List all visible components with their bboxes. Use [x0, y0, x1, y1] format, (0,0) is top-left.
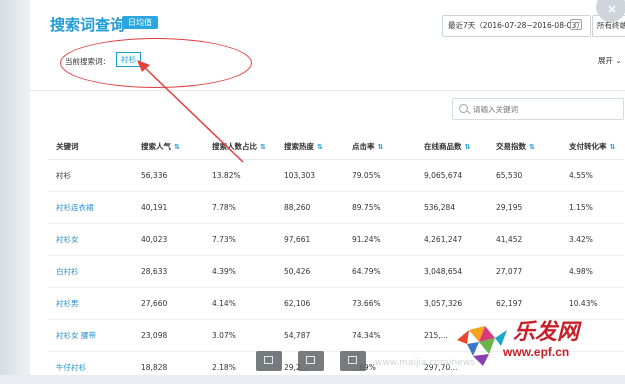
table-cell: 18,828 [133, 351, 204, 384]
fullscreen-button[interactable] [298, 351, 324, 371]
sort-icon[interactable]: ⇅ [529, 143, 535, 151]
table-cell: 40,023 [133, 223, 204, 256]
table-cell: 50,426 [276, 255, 344, 288]
sort-icon[interactable]: ⇅ [260, 143, 266, 151]
keyword-link[interactable]: 白衬衫 [48, 255, 133, 288]
annotation-ellipse [60, 38, 252, 88]
table-cell: 4.55% [561, 159, 624, 192]
table-header-row: 关键词 搜索人气 ⇅ 搜索人数占比 ⇅ 搜索热度 ⇅ 点击率 ⇅ 在线商品数 ⇅ 交易指数… [48, 133, 624, 160]
table-cell: 62,106 [276, 287, 344, 320]
keyword-link[interactable]: 衬衫连衣裙 [48, 191, 133, 224]
table-cell: 13.82% [204, 159, 276, 192]
column-header-online-items[interactable]: 在线商品数 ⇅ [416, 133, 488, 160]
table-cell: 89.75% [344, 191, 416, 224]
table-cell: 4.39% [204, 255, 276, 288]
column-header-search-share[interactable]: 搜索人数占比 ⇅ [204, 133, 276, 160]
table-cell: 1.15% [561, 191, 624, 224]
watermark-url: www.epf.cn [503, 345, 570, 359]
date-range-picker[interactable]: 最近7天（2016-07-28~2016-08-03） [442, 15, 591, 37]
search-icon [459, 104, 468, 113]
table-cell: 54,787 [276, 319, 344, 352]
column-header-search-heat[interactable]: 搜索热度 ⇅ [276, 133, 344, 160]
table-row: 衬衫 56,336 13.82% 103,303 79.05% 9,065,67… [48, 159, 624, 192]
calendar-icon[interactable] [570, 19, 582, 30]
header: 搜索词查询 日均值 最近7天（2016-07-28~2016-08-03） 所有… [30, 0, 625, 91]
column-header-ctr[interactable]: 点击率 ⇅ [344, 133, 416, 160]
table-cell: 56,336 [133, 159, 204, 192]
table-cell: 23,098 [133, 319, 204, 352]
table-cell: 88,260 [276, 191, 344, 224]
keyword-link[interactable]: 衬衫女 腰带 [48, 319, 133, 352]
table-cell: 91.24% [344, 223, 416, 256]
sort-icon[interactable]: ⇅ [174, 143, 180, 151]
keyword-link[interactable]: 牛仔衬衫 [48, 351, 133, 384]
page-title: 搜索词查询 [50, 16, 126, 34]
table-cell: 74.34% [344, 319, 416, 352]
table-cell: 64.79% [344, 255, 416, 288]
sort-icon[interactable]: ⇅ [610, 143, 616, 151]
sort-icon[interactable]: ⇅ [317, 143, 323, 151]
column-header-search-popularity[interactable]: 搜索人气 ⇅ [133, 133, 204, 160]
table-cell: 27,077 [488, 255, 561, 288]
table-cell: 4,261,247 [416, 223, 488, 256]
table-row: 衬衫连衣裙 40,191 7.78% 88,260 89.75% 536,284… [48, 191, 624, 224]
table-cell: 40,191 [133, 191, 204, 224]
viewer-toolbar [256, 351, 376, 375]
table-row: 衬衫女 40,023 7.73% 97,661 91.24% 4,261,247… [48, 223, 624, 256]
keyword-cell: 衬衫 [48, 159, 133, 192]
column-header-trade-index[interactable]: 交易指数 ⇅ [488, 133, 561, 160]
column-header-pay-conversion[interactable]: 支付转化率 ⇅ [561, 133, 624, 160]
table-row: 白衬衫 28,633 4.39% 50,426 64.79% 3,048,654… [48, 255, 624, 288]
table-cell: 103,303 [276, 159, 344, 192]
table-cell: 7.73% [204, 223, 276, 256]
table-cell: 41,452 [488, 223, 561, 256]
sort-icon[interactable]: ⇅ [465, 143, 471, 151]
keyword-link[interactable]: 衬衫女 [48, 223, 133, 256]
table-cell: 4.14% [204, 287, 276, 320]
table-cell: 3,048,654 [416, 255, 488, 288]
table-cell: 65,530 [488, 159, 561, 192]
table-cell: 79.05% [344, 159, 416, 192]
close-icon: × [607, 2, 618, 16]
left-panel-shadow [0, 0, 30, 375]
watermark-logo-text: 乐发网 [513, 319, 580, 345]
table-cell: 28,633 [133, 255, 204, 288]
open-window-button[interactable] [340, 351, 366, 371]
table-cell: 29,195 [488, 191, 561, 224]
fit-width-button[interactable] [256, 351, 282, 371]
table-cell: 9,065,674 [416, 159, 488, 192]
search-input[interactable] [471, 102, 620, 117]
watermark: 乐发网 www.epf.cn [455, 312, 625, 375]
table-cell: 27,660 [133, 287, 204, 320]
table-cell: 97,661 [276, 223, 344, 256]
sort-icon[interactable]: ⇅ [378, 143, 384, 151]
table-cell: 7.78% [204, 191, 276, 224]
table-cell: 4.98% [561, 255, 624, 288]
table-cell: 73.66% [344, 287, 416, 320]
table-cell: 536,284 [416, 191, 488, 224]
daily-average-badge[interactable]: 日均值 [122, 16, 158, 29]
keyword-search-box[interactable] [452, 98, 624, 120]
table-cell: 3.42% [561, 223, 624, 256]
keyword-link[interactable]: 衬衫男 [48, 287, 133, 320]
table-cell: 3.07% [204, 319, 276, 352]
bird-logo-icon [457, 326, 507, 366]
expand-toggle[interactable]: 展开 ⌄ [598, 55, 622, 66]
column-header-keyword: 关键词 [48, 133, 133, 160]
